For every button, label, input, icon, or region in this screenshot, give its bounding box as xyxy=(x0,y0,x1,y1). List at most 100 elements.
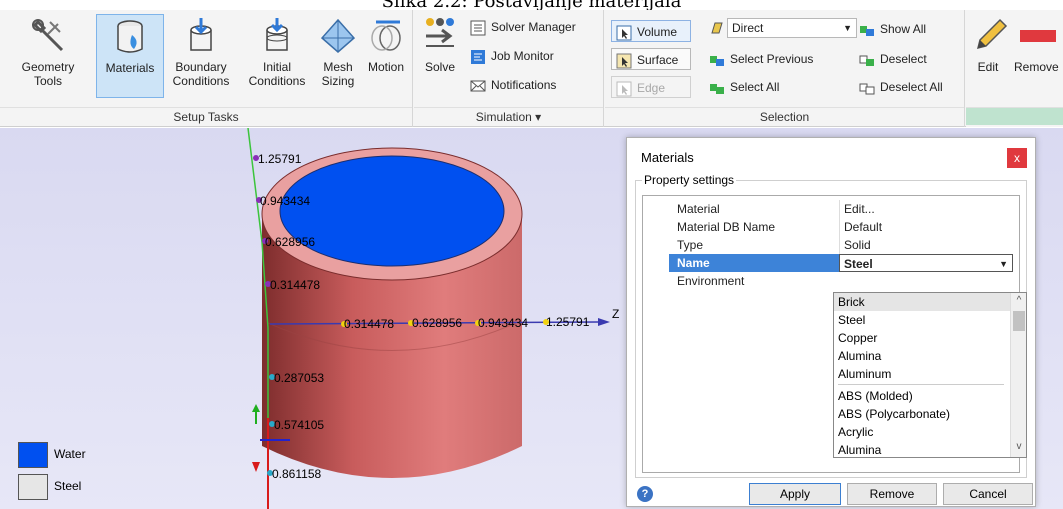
close-icon: x xyxy=(1014,151,1020,165)
remove-button[interactable]: Remove xyxy=(1012,14,1063,98)
deselect-all-button[interactable]: Deselect All xyxy=(859,76,943,98)
motion-label: Motion xyxy=(367,60,405,74)
y-tick-label: 0.314478 xyxy=(270,278,320,292)
volume-button[interactable]: Volume xyxy=(611,20,691,42)
property-value[interactable]: Edit... xyxy=(839,200,1019,218)
property-value: Solid xyxy=(839,236,1019,254)
show-all-button[interactable]: Show All xyxy=(859,18,926,40)
scroll-down-icon[interactable]: v xyxy=(1011,439,1027,455)
z-axis-arrow xyxy=(598,318,610,326)
list-item[interactable]: Steel xyxy=(834,311,1010,329)
list-scrollbar[interactable]: ^ v xyxy=(1010,293,1026,457)
legend-label: Water xyxy=(54,447,86,461)
deselect-all-icon xyxy=(859,83,875,95)
notifications-button[interactable]: Notifications xyxy=(470,74,556,96)
property-row-material[interactable]: Material Edit... xyxy=(643,200,1019,218)
material-options-list[interactable]: Brick Steel Copper Alumina Aluminum ABS … xyxy=(833,292,1027,458)
mesh-sizing-button[interactable]: Mesh Sizing xyxy=(316,14,360,98)
job-monitor-button[interactable]: Job Monitor xyxy=(470,45,554,67)
show-all-label: Show All xyxy=(880,22,927,36)
deselect-label: Deselect xyxy=(880,52,927,66)
select-all-button[interactable]: Select All xyxy=(709,76,779,98)
mesh-sizing-label: Mesh Sizing xyxy=(321,60,355,88)
initial-conditions-button[interactable]: Initial Conditions xyxy=(240,14,314,98)
select-all-label: Select All xyxy=(730,80,780,94)
scroll-up-icon[interactable]: ^ xyxy=(1011,293,1027,309)
y-tick-label: 0.628956 xyxy=(265,235,315,249)
remove-material-button[interactable]: Remove xyxy=(847,483,937,505)
deselect-button[interactable]: Deselect xyxy=(859,48,927,70)
close-button[interactable]: x xyxy=(1007,148,1027,168)
z-tick-label: 0.943434 xyxy=(478,316,528,330)
help-icon[interactable]: ? xyxy=(637,486,653,502)
simulation-menu[interactable]: Simulation ▾ xyxy=(414,107,603,125)
remove-label: Remove xyxy=(1014,60,1059,74)
show-all-icon xyxy=(860,25,874,36)
deselect-icon xyxy=(859,55,874,66)
edge-cursor-icon xyxy=(616,81,632,97)
edit-label: Edit xyxy=(977,60,999,74)
property-key: Environment xyxy=(677,274,745,288)
mesh-sizing-icon xyxy=(320,18,356,53)
dropdown-arrow-icon: ▼ xyxy=(843,23,852,33)
list-item[interactable]: ABS (Molded) xyxy=(834,387,1010,405)
edge-button[interactable]: Edge xyxy=(611,76,691,98)
materials-button[interactable]: Materials xyxy=(96,14,164,98)
list-icon xyxy=(470,20,486,36)
motion-icon xyxy=(371,20,401,51)
boundary-conditions-icon xyxy=(190,18,212,51)
legend-item-steel: Steel xyxy=(18,474,158,500)
water-surface[interactable] xyxy=(279,155,505,267)
cancel-button[interactable]: Cancel xyxy=(943,483,1033,505)
geometry-tools-button[interactable]: Geometry Tools xyxy=(8,14,88,98)
material-name-select[interactable]: Steel ▼ xyxy=(839,254,1013,272)
selection-mode-dropdown[interactable]: Direct ▼ xyxy=(727,18,857,38)
materials-icon xyxy=(117,20,143,53)
y-tick-label: 0.861158 xyxy=(272,467,321,481)
job-monitor-icon xyxy=(471,49,485,64)
scrollbar-thumb[interactable] xyxy=(1013,311,1025,331)
property-key: Material xyxy=(677,202,720,216)
edit-group-footer xyxy=(966,107,1063,125)
list-item[interactable]: Copper xyxy=(834,329,1010,347)
z-tick-label: 0.628956 xyxy=(412,316,462,330)
list-item[interactable]: ABS (Polycarbonate) xyxy=(834,405,1010,423)
surface-button[interactable]: Surface xyxy=(611,48,691,70)
legend-item-water: Water xyxy=(18,442,158,468)
select-previous-icon xyxy=(710,55,724,66)
property-row-name[interactable]: Name Steel ▼ xyxy=(643,254,1019,272)
property-settings-label: Property settings xyxy=(642,173,737,187)
property-key: Type xyxy=(677,238,704,252)
edit-button[interactable]: Edit xyxy=(970,14,1008,98)
simulation-label: Simulation xyxy=(475,110,532,124)
z-axis-label: Z xyxy=(612,307,619,321)
list-item[interactable]: Aluminum xyxy=(834,365,1010,383)
cursor-icon xyxy=(616,25,632,41)
list-item[interactable]: Brick xyxy=(834,293,1010,311)
volume-label: Volume xyxy=(637,25,678,39)
material-name-value: Steel xyxy=(844,257,873,271)
selection-mode-value: Direct xyxy=(732,21,764,35)
triad-y-arrow xyxy=(252,404,260,412)
property-row-environment[interactable]: Environment xyxy=(643,272,1019,290)
boundary-conditions-button[interactable]: Boundary Conditions xyxy=(166,14,236,98)
initial-conditions-label: Initial Conditions xyxy=(248,60,306,88)
list-item[interactable]: Alumina xyxy=(834,441,1010,457)
list-item[interactable]: Acrylic xyxy=(834,423,1010,441)
selection-label: Selection xyxy=(605,107,964,125)
dialog-title: Materials xyxy=(641,150,694,165)
deselect-all-label: Deselect All xyxy=(880,80,943,94)
surface-label: Surface xyxy=(637,53,679,67)
property-row-material-db-name[interactable]: Material DB Name Default xyxy=(643,218,1019,236)
list-item[interactable]: Alumina xyxy=(834,347,1010,365)
motion-button[interactable]: Motion xyxy=(362,14,410,98)
apply-button[interactable]: Apply xyxy=(749,483,841,505)
select-previous-button[interactable]: Select Previous xyxy=(709,48,813,70)
materials-label: Materials xyxy=(105,61,155,75)
solver-manager-button[interactable]: Solver Manager xyxy=(470,16,576,38)
notifications-label: Notifications xyxy=(491,78,557,92)
y-tick-label: 0.574105 xyxy=(274,418,324,432)
pencil-icon xyxy=(976,18,1008,50)
solve-button[interactable]: Solve xyxy=(418,14,462,98)
property-row-type[interactable]: Type Solid xyxy=(643,236,1019,254)
